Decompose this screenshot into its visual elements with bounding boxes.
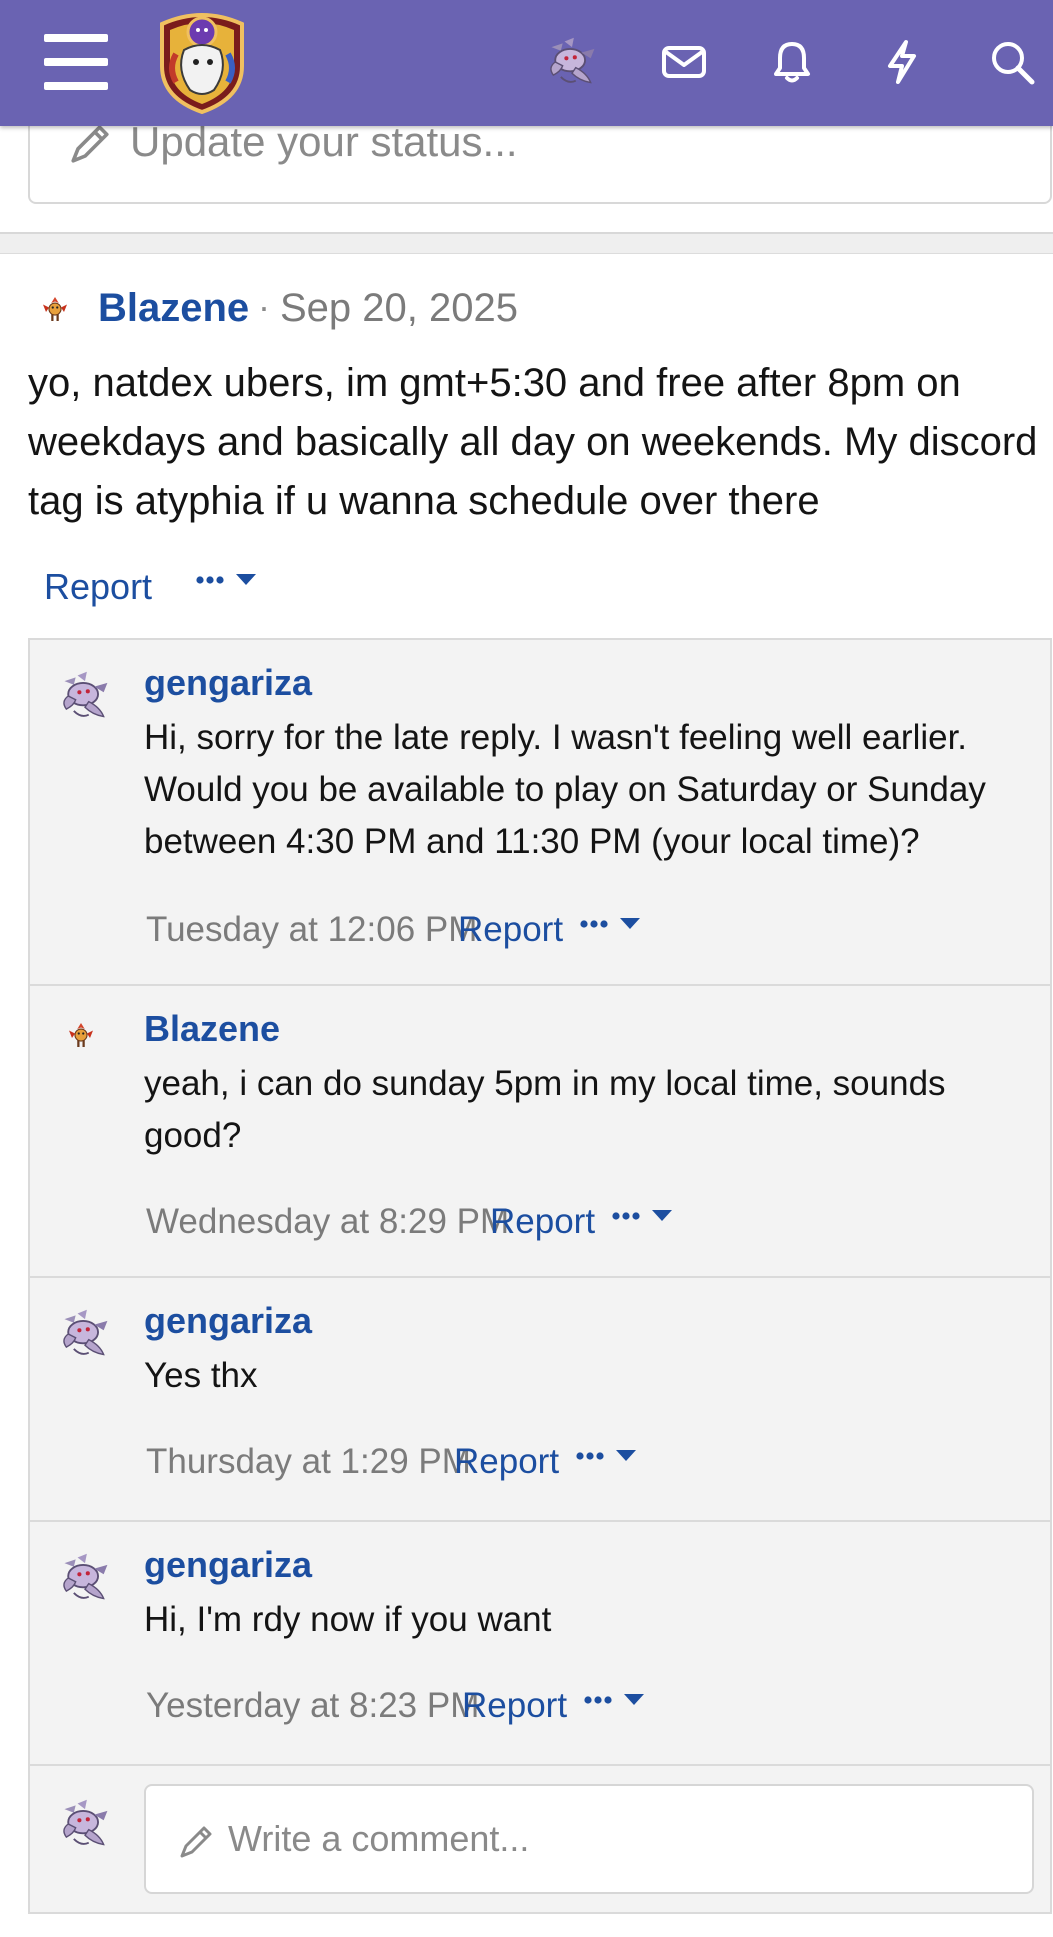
more-options-icon[interactable] — [196, 568, 260, 597]
post-author[interactable]: Blazene — [98, 286, 249, 331]
comment-author[interactable]: gengariza — [144, 662, 312, 704]
comment-text: Hi, I'm rdy now if you want — [144, 1600, 552, 1639]
report-link[interactable]: Report — [458, 910, 563, 950]
comment-meta: Tuesday at 12:06 PM Report — [146, 906, 1006, 956]
more-options-icon[interactable] — [584, 1688, 648, 1717]
report-link[interactable]: Report — [454, 1442, 559, 1482]
comment-meta: Yesterday at 8:23 PM Report — [146, 1682, 1006, 1732]
write-comment-input[interactable]: Write a comment... — [144, 1784, 1034, 1894]
report-link[interactable]: Report — [462, 1686, 567, 1726]
comment-author[interactable]: gengariza — [144, 1544, 312, 1586]
comment-compose: Write a comment... — [30, 1766, 1050, 1912]
more-options-icon[interactable] — [580, 912, 644, 941]
comment-time[interactable]: Tuesday at 12:06 PM — [146, 910, 477, 950]
author-avatar[interactable] — [40, 294, 70, 329]
post-header: Blazene · Sep 20, 2025 — [0, 280, 1053, 340]
post-date[interactable]: Sep 20, 2025 — [280, 286, 518, 331]
comment-time[interactable]: Thursday at 1:29 PM — [146, 1442, 471, 1482]
commenter-avatar[interactable] — [54, 1550, 116, 1611]
comment-item: gengariza Hi, sorry for the late reply. … — [30, 640, 1050, 986]
comments-list: gengariza Hi, sorry for the late reply. … — [28, 638, 1052, 1914]
more-options-icon[interactable] — [612, 1204, 676, 1233]
comment-time[interactable]: Wednesday at 8:29 PM — [146, 1202, 509, 1242]
pencil-icon — [66, 120, 114, 173]
current-user-avatar — [54, 1796, 116, 1857]
report-link[interactable]: Report — [490, 1202, 595, 1242]
mail-icon[interactable] — [652, 30, 716, 94]
comment-item: gengariza Yes thx Thursday at 1:29 PM Re… — [30, 1278, 1050, 1522]
bolt-icon[interactable] — [870, 30, 934, 94]
comment-meta: Thursday at 1:29 PM Report — [146, 1438, 1006, 1488]
comment-time[interactable]: Yesterday at 8:23 PM — [146, 1686, 479, 1726]
comment-placeholder: Write a comment... — [228, 1818, 530, 1859]
more-options-icon[interactable] — [576, 1444, 640, 1473]
meta-separator: · — [258, 286, 270, 327]
comment-text: Yes thx — [144, 1356, 258, 1395]
report-link[interactable]: Report — [44, 566, 152, 608]
post-actions: Report — [44, 562, 644, 612]
search-icon[interactable] — [980, 30, 1044, 94]
section-divider — [0, 234, 1053, 254]
top-navigation-bar — [0, 0, 1053, 126]
commenter-avatar[interactable] — [66, 1020, 96, 1055]
comment-meta: Wednesday at 8:29 PM Report — [146, 1198, 1006, 1248]
post-body: yo, natdex ubers, im gmt+5:30 and free a… — [28, 361, 1038, 523]
comment-item: gengariza Hi, I'm rdy now if you want Ye… — [30, 1522, 1050, 1766]
site-logo[interactable] — [154, 10, 250, 115]
pencil-icon — [176, 1822, 216, 1867]
comment-text: yeah, i can do sunday 5pm in my local ti… — [144, 1064, 946, 1155]
comment-text: Hi, sorry for the late reply. I wasn't f… — [144, 718, 986, 861]
comment-author[interactable]: gengariza — [144, 1300, 312, 1342]
commenter-avatar[interactable] — [54, 1306, 116, 1367]
commenter-avatar[interactable] — [54, 668, 116, 729]
user-avatar[interactable] — [540, 30, 604, 94]
bell-icon[interactable] — [760, 30, 824, 94]
comment-author[interactable]: Blazene — [144, 1008, 280, 1050]
menu-icon[interactable] — [44, 34, 108, 90]
comment-item: Blazene yeah, i can do sunday 5pm in my … — [30, 986, 1050, 1278]
